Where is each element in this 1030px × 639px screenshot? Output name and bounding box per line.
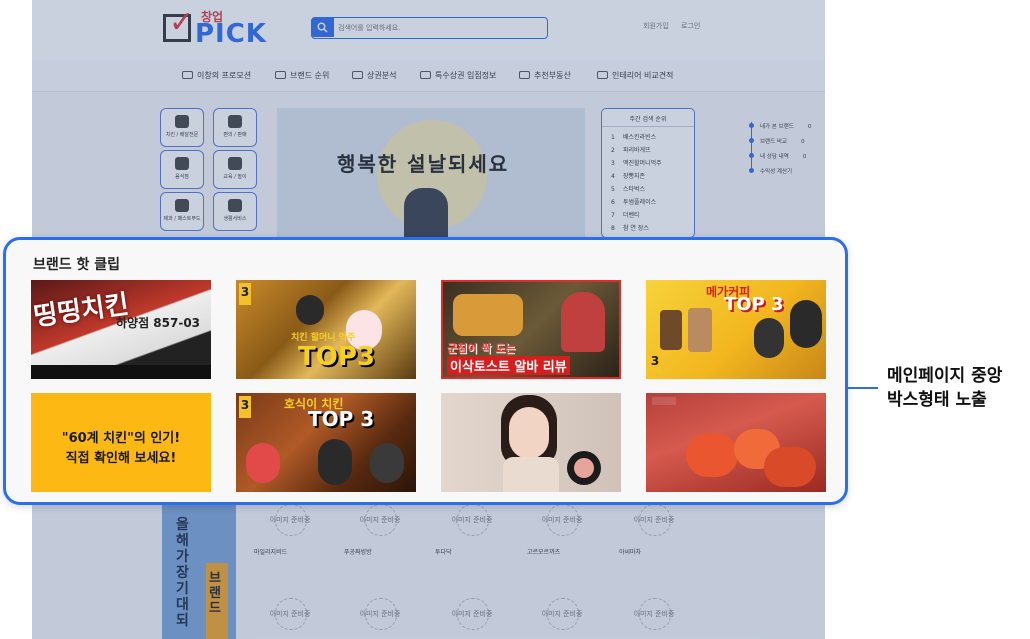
- brand-hot-clip-panel: 브랜드 핫 클립 띵띵치킨 하양점 857-03 3 치킨 할머니 먹주 TOP…: [3, 237, 848, 505]
- panel-title: 브랜드 핫 클립: [33, 257, 121, 273]
- thumb-6-title: TOP 3: [308, 407, 375, 431]
- brand-mark: [652, 397, 676, 405]
- person-figure: [318, 439, 352, 485]
- chicken-piece: [686, 433, 738, 477]
- thumb-1-caption: 하양점 857-03: [116, 316, 201, 330]
- annotation-note: 메인페이지 중앙 박스형태 노출: [887, 364, 1002, 412]
- top3-badge: 3: [239, 396, 251, 418]
- video-thumbnail-7[interactable]: [441, 393, 621, 492]
- thumb-2-title: TOP3: [298, 342, 375, 372]
- thumb-5-line2: 직접 확인해 보세요!: [65, 451, 177, 466]
- thumb-5-line1: "60계 치킨"의 인기!: [61, 431, 181, 446]
- annotation-line-2: 박스형태 노출: [887, 390, 987, 410]
- top3-badge: 3: [239, 283, 251, 305]
- video-thumbnail-8[interactable]: [646, 393, 826, 492]
- thumb-3-title: 이삭토스트 알바 리뷰: [447, 356, 570, 375]
- person-figure: [754, 318, 784, 358]
- thumb-3-subtitle: 군침이 싹 도는: [447, 342, 516, 355]
- video-thumbnail-3[interactable]: 군침이 싹 도는 이삭토스트 알바 리뷰: [441, 280, 621, 379]
- video-thumbnail-4[interactable]: 메가커피 TOP 3 3: [646, 280, 826, 379]
- model-face: [509, 407, 549, 459]
- annotation-connector: [848, 387, 878, 389]
- thumb-4-title: TOP 3: [724, 294, 784, 315]
- person-figure: [296, 295, 324, 325]
- chicken-piece: [764, 447, 816, 487]
- video-thumbnail-5[interactable]: "60계 치킨"의 인기! 직접 확인해 보세요!: [31, 393, 211, 492]
- video-thumbnail-6[interactable]: 3 호식이 치킨 TOP 3: [236, 393, 416, 492]
- person-figure: [561, 292, 605, 352]
- person-figure: [790, 300, 822, 348]
- person-figure: [370, 443, 404, 483]
- drink-cup: [688, 308, 712, 352]
- person-figure: [246, 443, 280, 483]
- thumb-1-subtitle-bar: [31, 365, 211, 379]
- cosmetic-blush: [574, 458, 594, 478]
- screenshot-stage: ✓ 창업 PICK 회원가입 로그인 이창의 프로모션 브랜드 순위 상권분석 …: [0, 0, 1030, 639]
- top3-badge: 3: [649, 352, 661, 374]
- drink-cup: [660, 310, 682, 350]
- video-thumbnail-2[interactable]: 3 치킨 할머니 먹주 TOP3: [236, 280, 416, 379]
- toast-image: [453, 294, 523, 336]
- video-thumbnail-1[interactable]: 띵띵치킨 하양점 857-03: [31, 280, 211, 379]
- annotation-line-1: 메인페이지 중앙: [887, 366, 1003, 386]
- model-shoulders: [503, 457, 559, 492]
